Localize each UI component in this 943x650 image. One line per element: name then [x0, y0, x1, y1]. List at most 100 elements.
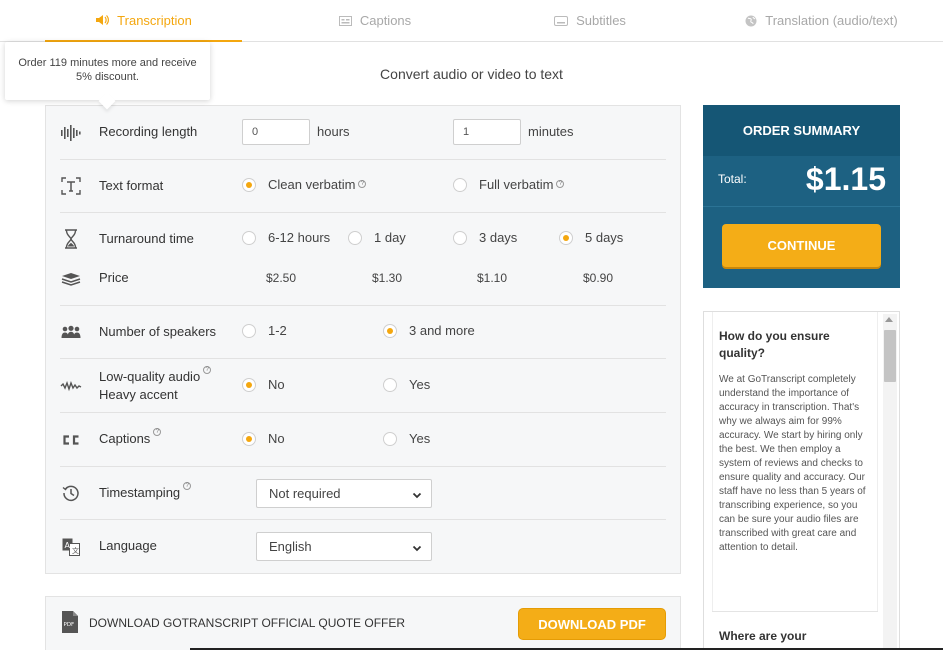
timestamping-select[interactable]: Not required: [256, 479, 432, 508]
timestamping-row: Timestamping? Not required: [60, 467, 666, 520]
money-stack-icon: [60, 269, 82, 289]
text-format-row: Text format Clean verbatim ? Full verbat…: [60, 160, 666, 213]
timestamping-label: Timestamping?: [99, 482, 192, 502]
timestamping-value: Not required: [269, 486, 341, 501]
radio-dot: [348, 230, 362, 245]
radio-3-and-more[interactable]: 3 and more: [383, 323, 475, 338]
captions-icon: [338, 15, 352, 26]
price-5-days: $0.90: [583, 271, 614, 285]
turnaround-label: Turnaround time: [99, 231, 194, 246]
tab-subtitles[interactable]: Subtitles: [480, 0, 700, 41]
help-icon[interactable]: ?: [203, 366, 212, 374]
quote-offer-text: DOWNLOAD GOTRANSCRIPT OFFICIAL QUOTE OFF…: [89, 616, 406, 630]
radio-label: 3 days: [479, 230, 518, 245]
language-value: English: [269, 539, 312, 554]
recording-length-row: Recording length 0 hours 1 minutes: [60, 106, 666, 160]
radio-3-days[interactable]: 3 days: [453, 230, 517, 245]
heavy-accent-label: Heavy accent: [99, 387, 178, 402]
radio-dot: [559, 230, 573, 245]
tab-transcription[interactable]: Transcription: [45, 0, 242, 42]
order-summary-title: ORDER SUMMARY: [703, 105, 900, 156]
radio-full-verbatim[interactable]: Full verbatim ?: [453, 177, 565, 192]
globe-icon: [745, 15, 757, 27]
radio-label: 5 days: [585, 230, 624, 245]
radio-label: Yes: [409, 431, 431, 446]
speakers-row: Number of speakers 1-2 3 and more: [60, 306, 666, 359]
hours-unit: hours: [317, 124, 350, 139]
radio-captions-no[interactable]: No: [242, 431, 285, 446]
svg-text:文: 文: [72, 546, 79, 555]
radio-clean-verbatim[interactable]: Clean verbatim ?: [242, 177, 367, 192]
download-pdf-button[interactable]: DOWNLOAD PDF: [518, 608, 666, 640]
help-icon[interactable]: ?: [153, 428, 162, 436]
language-select[interactable]: English: [256, 532, 432, 561]
radio-1-2-speakers[interactable]: 1-2: [242, 323, 287, 338]
radio-dot: [383, 323, 397, 338]
timestamp-icon: [60, 483, 82, 503]
radio-label: 1 day: [374, 230, 406, 245]
radio-dot: [242, 323, 256, 338]
radio-dot: [453, 230, 467, 245]
captions-row: Captions? No Yes: [60, 413, 666, 467]
tab-translation[interactable]: Translation (audio/text): [700, 0, 943, 41]
radio-label: 1-2: [268, 323, 287, 338]
text-format-label: Text format: [99, 178, 164, 193]
tab-captions[interactable]: Captions: [270, 0, 480, 41]
low-quality-label-line1: Low-quality audio: [99, 369, 201, 384]
chevron-down-icon: [412, 488, 422, 503]
minutes-input[interactable]: 1: [453, 119, 521, 145]
svg-text:A: A: [65, 541, 71, 550]
translate-icon: A文: [60, 537, 82, 557]
text-format-icon: [60, 176, 82, 196]
radio-label: Clean verbatim: [268, 177, 356, 192]
pdf-icon-text: PDF: [64, 622, 75, 628]
radio-dot: [242, 431, 256, 446]
language-label: Language: [99, 538, 157, 553]
people-icon: [60, 322, 82, 342]
minutes-unit: minutes: [528, 124, 574, 139]
hourglass-icon: [60, 229, 82, 249]
faq-question: How do you ensure quality?: [719, 329, 830, 360]
price-6-12-hours: $2.50: [266, 271, 297, 285]
radio-low-quality-no[interactable]: No: [242, 377, 285, 392]
captions-label-text: Captions: [99, 431, 151, 446]
hours-input[interactable]: 0: [242, 119, 310, 145]
tab-label: Transcription: [117, 12, 192, 28]
order-summary: ORDER SUMMARY Total: $1.15 CONTINUE: [703, 105, 900, 288]
tab-label: Captions: [359, 13, 412, 28]
radio-1-day[interactable]: 1 day: [348, 230, 406, 245]
help-icon[interactable]: ?: [556, 179, 565, 188]
faq-scrollbar[interactable]: [883, 314, 897, 650]
speaker-icon: [95, 14, 110, 26]
cc-icon: [60, 430, 82, 450]
total-label: Total:: [718, 172, 747, 186]
help-icon[interactable]: ?: [183, 482, 192, 490]
radio-dot: [242, 177, 256, 192]
pdf-file-icon: PDF: [62, 611, 78, 636]
tab-bar: Transcription Captions Subtitles Transla…: [0, 0, 943, 42]
radio-6-12-hours[interactable]: 6-12 hours: [242, 230, 330, 245]
faq-question: Where are your: [719, 629, 807, 643]
order-form: Recording length 0 hours 1 minutes Text …: [45, 105, 681, 574]
continue-button[interactable]: CONTINUE: [722, 224, 881, 267]
faq-panel: How do you ensure quality? We at GoTrans…: [703, 311, 900, 650]
help-icon[interactable]: ?: [358, 179, 367, 188]
scroll-thumb[interactable]: [884, 330, 896, 382]
discount-tooltip: Order 119 minutes more and receive 5% di…: [5, 42, 210, 100]
radio-dot: [242, 230, 256, 245]
radio-label: 3 and more: [409, 323, 475, 338]
language-row: A文 Language English: [60, 520, 666, 574]
price-1-day: $1.30: [372, 271, 403, 285]
radio-label: No: [268, 377, 285, 392]
radio-label: No: [268, 431, 285, 446]
tab-label: Subtitles: [576, 13, 626, 28]
price-label: Price: [99, 270, 129, 285]
scroll-up-arrow-icon[interactable]: [885, 317, 893, 322]
speakers-label: Number of speakers: [99, 324, 217, 339]
radio-dot: [383, 377, 397, 392]
subtitles-icon: [554, 15, 569, 26]
radio-5-days[interactable]: 5 days: [559, 230, 623, 245]
radio-captions-yes[interactable]: Yes: [383, 431, 430, 446]
recording-length-label: Recording length: [99, 124, 198, 139]
radio-low-quality-yes[interactable]: Yes: [383, 377, 430, 392]
